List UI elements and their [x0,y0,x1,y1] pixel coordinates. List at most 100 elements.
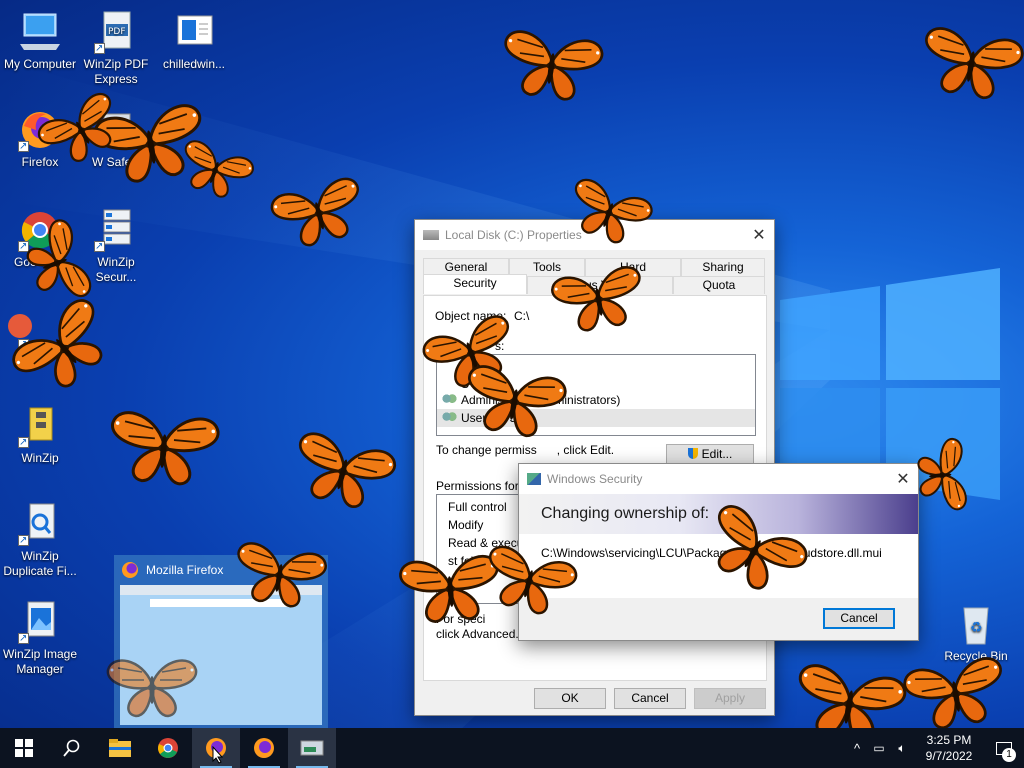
desktop-icon-winzip-safe[interactable]: W Safe [78,108,154,170]
clock-time: 3:25 PM [926,733,972,747]
object-name-value: C:\ [514,309,530,323]
desktop-icon-label: My Computer [3,57,77,71]
clock-date: 9/7/2022 [925,749,973,763]
window-title: Local Disk (C:) Properties [445,228,582,242]
desktop-icon-winzip-secure[interactable]: WinZip Secur... [78,208,154,285]
tab-previous-versions[interactable]: us Ve [527,276,673,294]
desktop-icon-label: WinZip [21,451,59,465]
recycle-bin-icon: ♻ [952,602,1000,646]
desktop-icon-winzip-duplicate[interactable]: WinZip Duplicate Fi... [2,502,78,579]
ownership-path: C:\Windows\servicing\LCU\Package...\w cl… [541,546,882,560]
security-titlebar[interactable]: Windows Security ✕ [519,464,918,494]
desktop-icon-google-chrome[interactable]: Goo Chro [2,208,78,270]
desktop-icon-chilledwin[interactable]: chilledwin... [156,10,232,72]
firefox-taskbar-preview[interactable]: Mozilla Firefox [114,555,328,728]
group-user-list[interactable]: sers S Administ Administrators) Users ( … [436,354,756,436]
desktop-icon-winzip-image-manager[interactable]: WinZip Image Manager [2,600,78,677]
security-banner: Changing ownership of: [519,494,918,534]
firefox-icon [16,108,64,154]
list-item-label: Administ Administrators) [461,393,621,407]
desktop-icon-label: W Safe [92,155,132,169]
taskbar-firefox-1[interactable] [192,728,240,768]
taskbar-firefox-2[interactable] [240,728,288,768]
svg-text:PDF: PDF [108,27,126,37]
document-icon [170,10,218,54]
search-icon [63,739,80,757]
butterfly [497,28,606,105]
taskbar-properties[interactable] [288,728,336,768]
volume-icon[interactable]: 🔈︎ [890,741,914,756]
drive-icon [423,230,439,240]
security-cancel-button[interactable]: Cancel [823,608,895,629]
firefox-icon [254,738,274,758]
permission-item: Full control [448,500,507,514]
start-button[interactable] [0,728,48,768]
list-item-selected[interactable]: Users ( 5) [437,409,755,427]
desktop-icon-label: Recycle Bin [944,649,1008,663]
app-icon [0,306,38,352]
tab-quota[interactable]: Quota [673,276,765,294]
desktop-icon-my-computer[interactable]: My Computer [2,10,78,72]
dialog-heading: Changing ownership of: [541,505,710,522]
folder-icon [109,739,131,757]
cancel-button[interactable]: Cancel [614,688,686,709]
chevron-up-icon[interactable]: ^ [846,741,868,756]
permission-item: st folder [448,554,491,568]
winzip-image-manager-icon [16,600,64,646]
dialog-body: C:\Windows\servicing\LCU\Package...\w cl… [519,534,918,598]
security-app-icon [527,473,541,485]
object-name-label: Object name: [435,309,507,323]
ok-button[interactable]: OK [534,688,606,709]
shield-icon [687,448,698,459]
desktop-icon-da[interactable]: Da [0,306,52,368]
firefox-icon [122,562,138,578]
edit-button[interactable]: Edit... [666,444,754,465]
desktop-icon-recycle-bin[interactable]: ♻ Recycle Bin [938,602,1014,664]
preview-thumbnail [120,585,322,725]
computer-icon [16,10,64,54]
windows-security-dialog[interactable]: Windows Security ✕ Changing ownership of… [518,463,919,641]
butterfly [173,137,257,206]
list-item[interactable]: S [461,377,469,391]
list-item[interactable]: Administ Administrators) [441,393,620,407]
list-item[interactable]: sers [461,359,484,373]
chrome-icon [158,738,178,758]
special-permissions-text: For speci [436,612,486,626]
desktop-icon-label: WinZip Image Manager [2,647,78,676]
desktop-icon-winzip[interactable]: WinZip [2,404,78,466]
search-button[interactable] [48,728,96,768]
notification-button[interactable]: 1 [984,728,1024,768]
tab-sharing[interactable]: Sharing [681,258,765,276]
tab-hardware[interactable]: Hard [585,258,681,276]
network-icon[interactable]: ▭ [868,741,890,755]
advanced-hint-text: click Advanced. [436,627,519,641]
desktop-icon-label: WinZip Duplicate Fi... [3,549,77,578]
list-item-label: Users ( 5) [461,411,521,425]
taskbar-file-explorer[interactable] [96,728,144,768]
winzip-safe-icon [92,108,140,152]
preview-title: Mozilla Firefox [146,563,224,577]
drive-properties-icon [300,740,324,756]
permission-item: Modify [448,518,484,532]
desktop-icon-label: Firefox [21,155,59,169]
group-user-label: or us s: [435,339,505,353]
clock[interactable]: 3:25 PM 9/7/2022 [914,732,984,764]
desktop-icon-label: WinZip Secur... [95,255,137,284]
desktop-icon-label: WinZip PDF Express [83,57,149,86]
dialog-title: Windows Security [547,472,643,486]
butterfly [916,24,1024,105]
desktop-icon-firefox[interactable]: Firefox [2,108,78,170]
desktop-icon-winzip-pdf[interactable]: PDF WinZip PDF Express [78,10,154,87]
system-tray: ^ ▭ 🔈︎ 3:25 PM 9/7/2022 1 [846,728,1024,768]
butterfly [268,174,371,254]
properties-titlebar[interactable]: Local Disk (C:) Properties ✕ [415,220,774,250]
pdf-icon: PDF [92,10,140,56]
edit-button-label: Edit... [701,447,733,461]
chrome-icon [16,208,64,254]
apply-button[interactable]: Apply [694,688,766,709]
taskbar-chrome[interactable] [144,728,192,768]
close-button[interactable]: ✕ [744,220,774,250]
tab-security[interactable]: Security [423,274,527,294]
close-button[interactable]: ✕ [888,464,918,494]
windows-icon [15,739,33,757]
